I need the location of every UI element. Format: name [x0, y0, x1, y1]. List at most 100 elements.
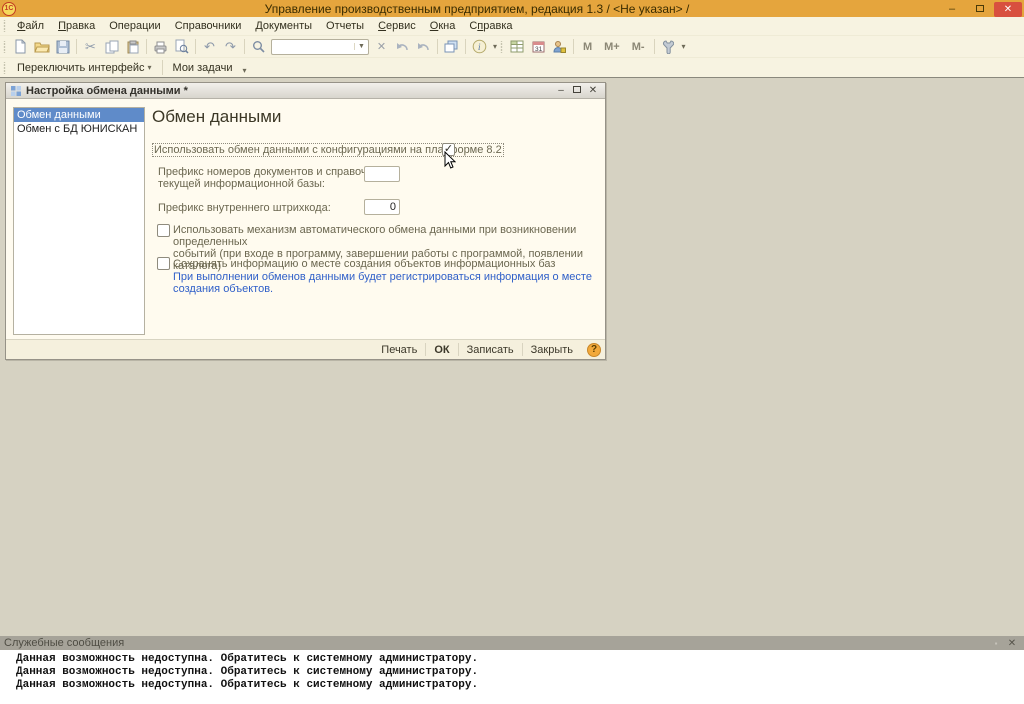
app-minimize-button[interactable]: – — [938, 1, 966, 16]
print-action-button[interactable]: Печать — [373, 343, 425, 357]
chevron-down-icon: ▾ — [147, 63, 152, 72]
interface-toolbar: Переключить интерфейс ▾ Мои задачи ▾ — [0, 58, 1024, 78]
paste-icon — [127, 40, 138, 53]
temporary-lock-button[interactable] — [549, 37, 570, 56]
ok-button[interactable]: ОК — [426, 343, 457, 357]
find-button[interactable] — [248, 37, 269, 56]
calc-m-plus-button[interactable]: M+ — [598, 37, 626, 56]
menu-item-edit[interactable]: Правка — [51, 18, 102, 34]
service-message: Данная возможность недоступна. Обратитес… — [16, 666, 479, 678]
service-messages-panel: Служебные сообщения ▪ ✕ Данная возможнос… — [0, 636, 1024, 704]
search-input[interactable] — [272, 39, 354, 54]
page-title: Обмен данными — [152, 107, 282, 126]
toolbar-separator — [195, 39, 196, 54]
dialog-titlebar[interactable]: Настройка обмена данными * – ✕ — [6, 83, 605, 99]
info-button[interactable]: i — [469, 37, 490, 56]
my-tasks-button[interactable]: Мои задачи ▾ — [166, 58, 254, 77]
menu-item-file[interactable]: Файл — [10, 18, 51, 34]
find-next-button[interactable] — [413, 37, 434, 56]
service-messages-header[interactable]: Служебные сообщения ▪ ✕ — [0, 636, 1024, 650]
new-document-button[interactable] — [10, 37, 31, 56]
print-preview-button[interactable] — [171, 37, 192, 56]
search-combobox[interactable]: ▼ — [271, 38, 369, 55]
cut-button[interactable]: ✂ — [80, 37, 101, 56]
toolbar-separator — [76, 39, 77, 54]
mouse-cursor — [444, 151, 456, 169]
save-creation-info-checkbox[interactable] — [157, 257, 170, 270]
service-message: Данная возможность недоступна. Обратитес… — [16, 653, 479, 665]
svg-text:31: 31 — [535, 46, 543, 53]
doc-prefix-input[interactable] — [364, 166, 400, 182]
calendar-button[interactable]: 31 — [528, 37, 549, 56]
print-button[interactable] — [150, 37, 171, 56]
chevron-down-icon[interactable]: ▾ — [493, 42, 497, 51]
chevron-down-icon[interactable]: ▼ — [354, 43, 368, 50]
toolbar-separator — [572, 39, 574, 54]
app-restore-button[interactable] — [966, 1, 994, 16]
toolbar-separator — [244, 39, 245, 54]
list-item-uniscan-db-exchange[interactable]: Обмен с БД ЮНИСКАН — [14, 122, 144, 136]
pin-icon[interactable]: ▪ — [988, 639, 1004, 648]
save-icon — [56, 40, 69, 53]
menu-item-help[interactable]: Справка — [462, 18, 519, 34]
new-document-icon — [15, 39, 26, 54]
print-icon — [154, 41, 167, 53]
chevron-down-icon[interactable]: ▾ — [682, 42, 686, 51]
form-icon — [11, 85, 21, 96]
calc-m-button[interactable]: M — [577, 37, 598, 56]
application-window: 1С Управление производственным предприят… — [0, 0, 1024, 704]
menu-item-reports[interactable]: Отчеты — [319, 18, 371, 34]
write-button[interactable]: Записать — [459, 343, 522, 357]
toolbar-grip[interactable] — [2, 61, 7, 74]
barcode-prefix-label: Префикс внутреннего штрихкода: — [158, 202, 331, 214]
toolbar-grip[interactable] — [2, 20, 7, 32]
toolbar-separator — [653, 39, 655, 54]
redo-button[interactable]: ↷ — [220, 37, 241, 56]
service-settings-button[interactable] — [658, 37, 679, 56]
menu-item-operations[interactable]: Операции — [102, 18, 167, 34]
dialog-maximize-button[interactable] — [569, 85, 585, 96]
info-icon: i — [472, 39, 487, 54]
open-button[interactable] — [31, 37, 52, 56]
dialog-title: Настройка обмена данными * — [26, 84, 188, 97]
toolbar-grip[interactable] — [498, 40, 504, 53]
dialog-minimize-button[interactable]: – — [553, 85, 569, 96]
calc-m-minus-button[interactable]: M- — [626, 37, 651, 56]
open-folder-icon — [33, 42, 50, 52]
menu-item-windows[interactable]: Окна — [423, 18, 463, 34]
undo-button[interactable]: ↶ — [199, 37, 220, 56]
service-messages-title: Служебные сообщения — [4, 637, 125, 649]
service-message: Данная возможность недоступна. Обратитес… — [16, 679, 479, 691]
clear-search-button[interactable]: ✕ — [371, 37, 392, 56]
menu-item-service[interactable]: Сервис — [371, 18, 423, 34]
app-logo-icon: 1С — [2, 1, 16, 16]
barcode-prefix-input[interactable] — [364, 199, 400, 215]
app-titlebar: 1С Управление производственным предприят… — [0, 0, 1024, 17]
paste-button[interactable] — [122, 37, 143, 56]
copy-button[interactable] — [101, 37, 122, 56]
copy-window-button[interactable] — [441, 37, 462, 56]
menu-item-catalogs[interactable]: Справочники — [168, 18, 249, 34]
menu-item-documents[interactable]: Документы — [248, 18, 319, 34]
switch-interface-button[interactable]: Переключить интерфейс ▾ — [10, 60, 159, 76]
save-button[interactable] — [52, 37, 73, 56]
help-button[interactable]: ? — [587, 342, 601, 357]
close-messages-button[interactable]: ✕ — [1004, 638, 1020, 649]
dialog-close-button[interactable]: ✕ — [585, 85, 601, 96]
copy-icon — [105, 40, 118, 53]
windows-icon — [444, 40, 458, 53]
close-dialog-button[interactable]: Закрыть — [523, 343, 581, 357]
doc-prefix-label: Префикс номеров документов и справочнико… — [158, 166, 396, 190]
table-board-button[interactable] — [507, 37, 528, 56]
app-close-button[interactable]: ✕ — [994, 1, 1022, 17]
find-previous-button[interactable] — [392, 37, 413, 56]
settings-section-list: Обмен данными Обмен с БД ЮНИСКАН — [13, 107, 145, 335]
user-lock-icon — [553, 40, 567, 53]
maximize-icon — [573, 86, 581, 93]
mdi-workspace: Настройка обмена данными * – ✕ Обмен дан… — [0, 79, 1024, 636]
switch-interface-label: Переключить интерфейс — [17, 61, 145, 74]
toolbar-grip[interactable] — [2, 40, 7, 53]
auto-exchange-checkbox[interactable] — [157, 224, 170, 237]
list-item-data-exchange[interactable]: Обмен данными — [14, 108, 144, 122]
toolbar-separator — [436, 39, 438, 54]
